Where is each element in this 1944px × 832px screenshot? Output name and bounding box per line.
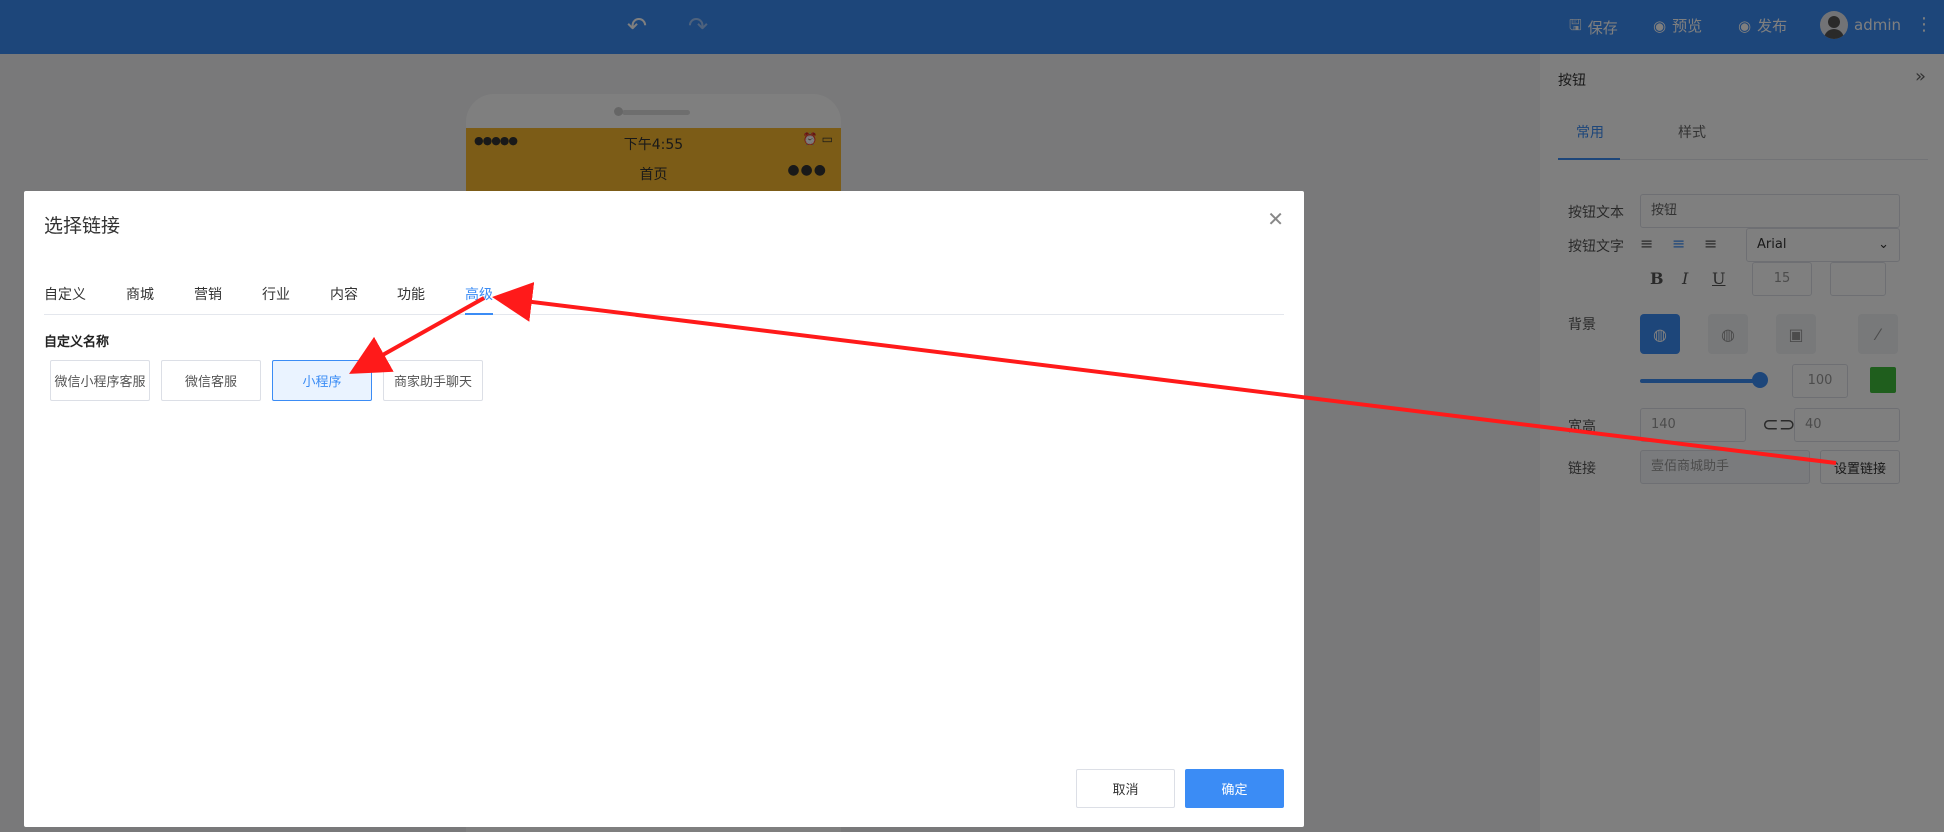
option-miniprogram[interactable]: 小程序 <box>272 360 372 401</box>
dialog-title: 选择链接 <box>44 215 121 237</box>
active-tab-underline <box>465 313 493 315</box>
option-merchant-chat[interactable]: 商家助手聊天 <box>383 360 483 401</box>
option-wechat-miniprogram-service[interactable]: 微信小程序客服 <box>50 360 150 401</box>
select-link-dialog: 选择链接 ✕ 自定义 商城 营销 行业 内容 功能 高级 自定义名称 微信小程序… <box>24 191 1304 827</box>
section-title: 自定义名称 <box>44 335 110 350</box>
cancel-button[interactable]: 取消 <box>1076 769 1175 808</box>
close-icon[interactable]: ✕ <box>1267 207 1284 231</box>
tab-marketing[interactable]: 营销 <box>194 284 222 304</box>
tab-mall[interactable]: 商城 <box>126 284 154 304</box>
tab-industry[interactable]: 行业 <box>262 284 290 304</box>
link-tabs: 自定义 商城 营销 行业 内容 功能 高级 <box>44 284 1284 315</box>
tab-function[interactable]: 功能 <box>397 284 425 304</box>
confirm-button[interactable]: 确定 <box>1185 769 1284 808</box>
tab-custom[interactable]: 自定义 <box>44 284 86 304</box>
tab-advanced[interactable]: 高级 <box>465 284 493 304</box>
option-wechat-service[interactable]: 微信客服 <box>161 360 261 401</box>
tab-content[interactable]: 内容 <box>330 284 358 304</box>
